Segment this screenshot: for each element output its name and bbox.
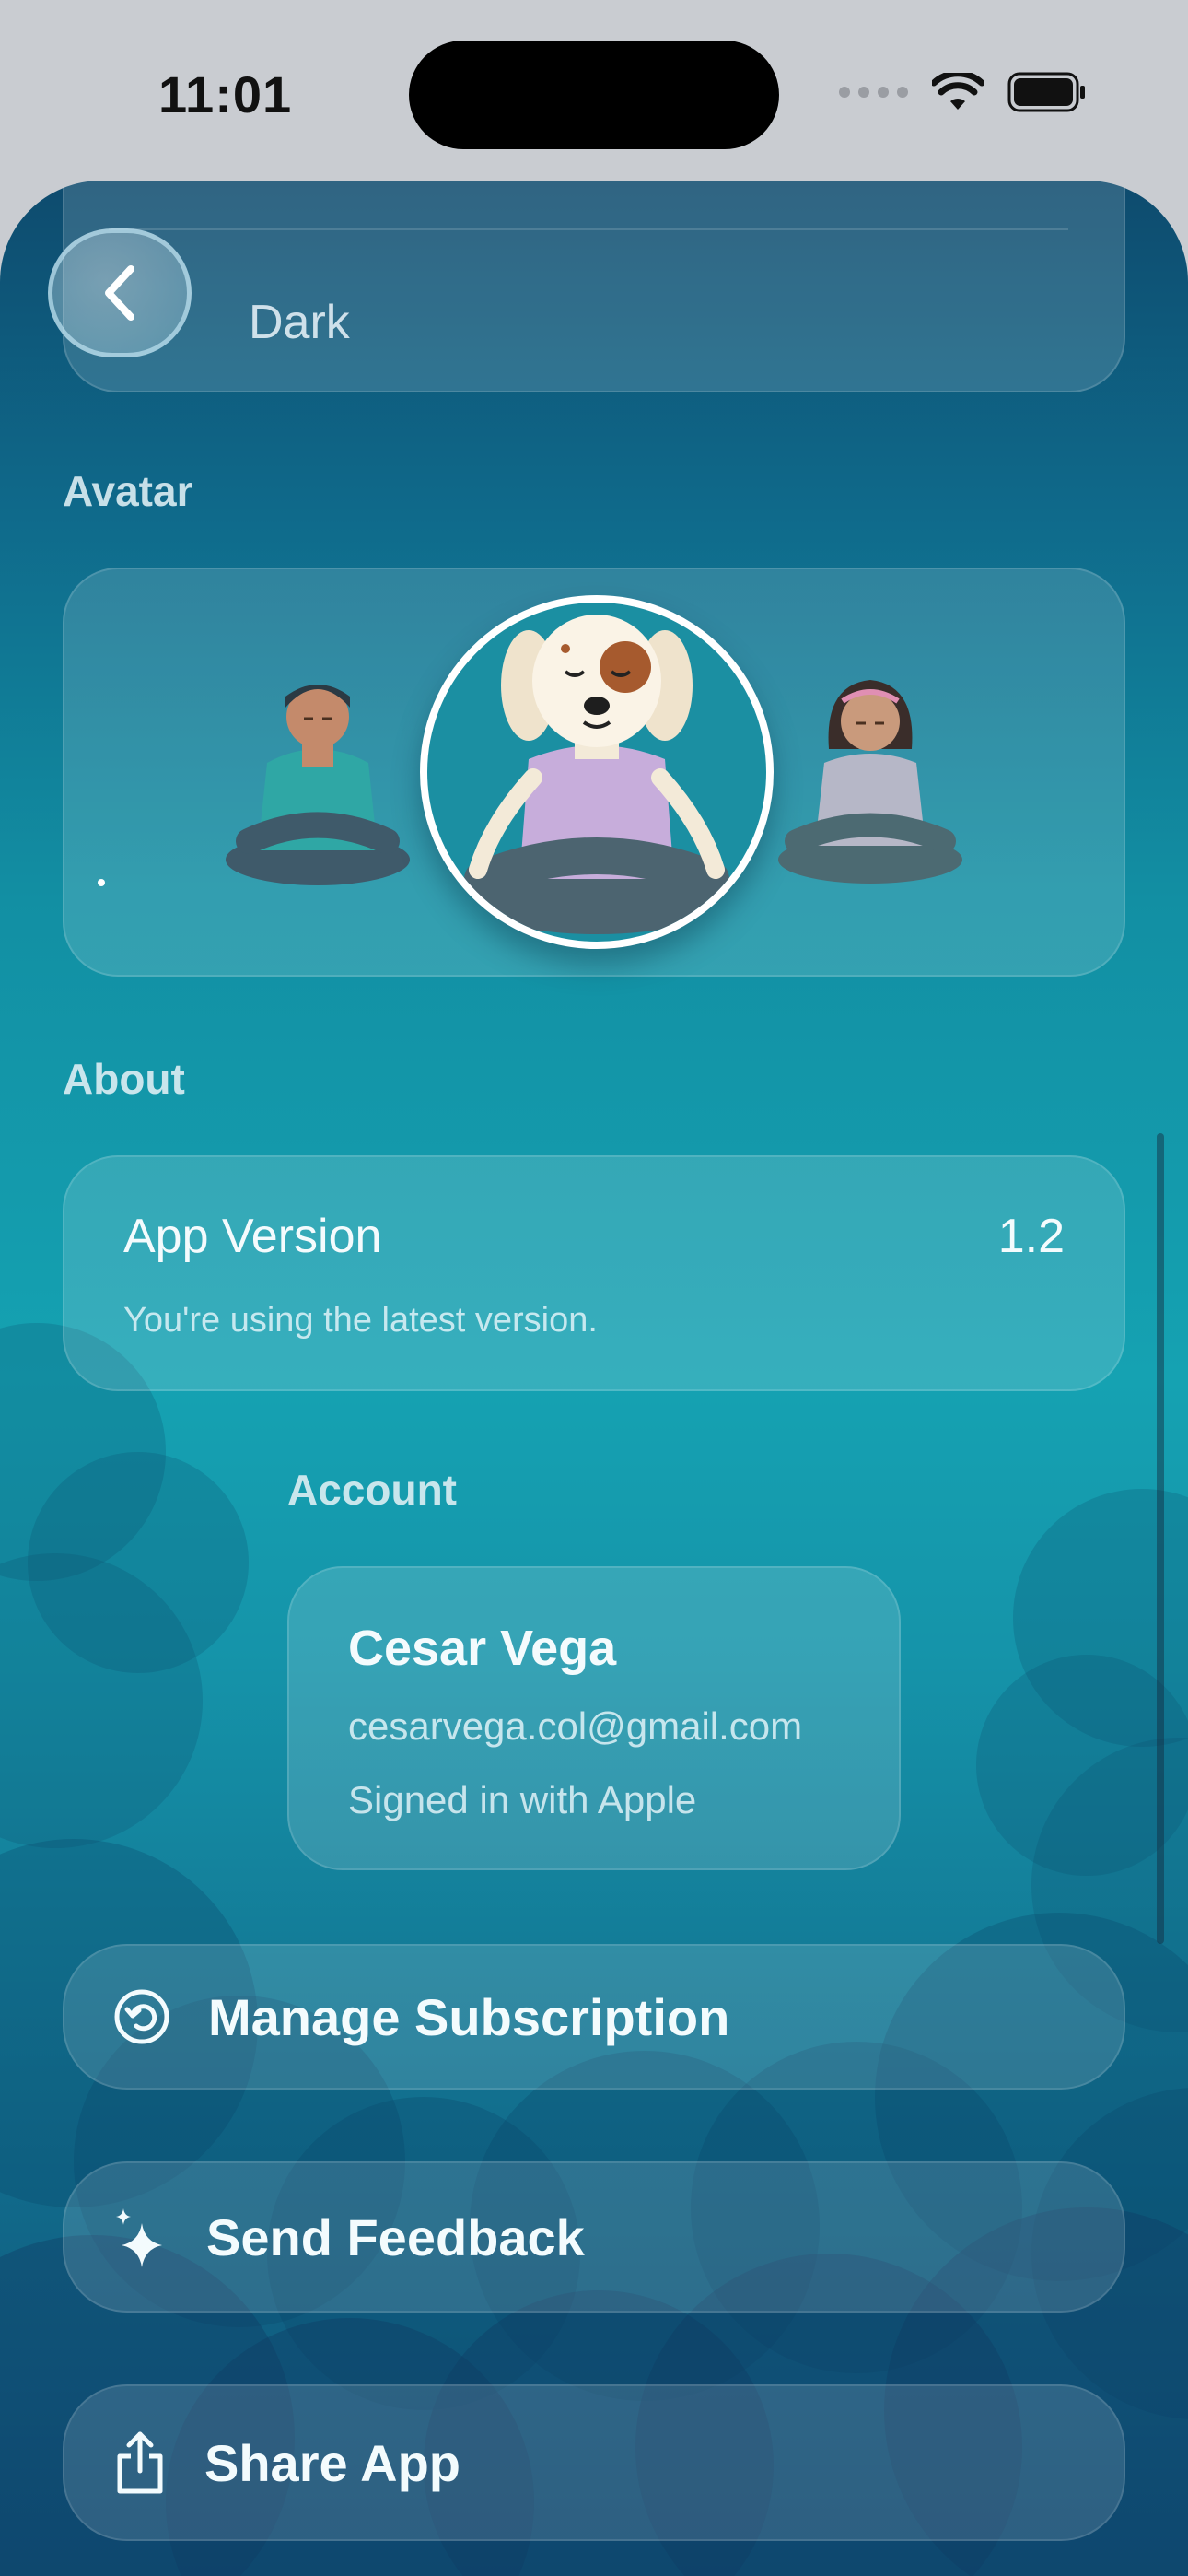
- back-button[interactable]: [48, 228, 192, 357]
- avatar-option-girl[interactable]: [774, 657, 967, 887]
- dynamic-island: [409, 41, 779, 149]
- sparkles-icon: [116, 2208, 162, 2267]
- theme-divider: [109, 228, 1068, 230]
- status-icons: [839, 72, 1087, 112]
- theme-card[interactable]: Dark: [63, 181, 1125, 392]
- status-bar: 11:01: [0, 0, 1188, 184]
- settings-sheet[interactable]: Dark Avatar About App Version 1.2 You're…: [0, 181, 1188, 2576]
- avatar-option-man[interactable]: [221, 652, 414, 892]
- manage-subscription-label: Manage Subscription: [208, 1987, 730, 2046]
- account-section-title: Account: [287, 1466, 457, 1514]
- app-version-label: App Version: [123, 1210, 382, 1263]
- status-time: 11:01: [158, 65, 293, 123]
- about-section-title: About: [63, 1055, 185, 1103]
- share-app-button[interactable]: Share App: [63, 2384, 1125, 2541]
- battery-icon: [1007, 72, 1085, 112]
- avatar-section-title: Avatar: [63, 467, 193, 515]
- share-app-label: Share App: [204, 2433, 460, 2492]
- share-icon: [117, 2431, 163, 2494]
- scroll-indicator[interactable]: [1157, 1133, 1164, 1944]
- avatar-option-dog[interactable]: [420, 595, 774, 949]
- chevron-left-icon: [105, 265, 134, 321]
- app-version-note: You're using the latest version.: [123, 1301, 598, 1340]
- subscription-refresh-icon: [114, 1989, 169, 2044]
- account-sign-in-method: Signed in with Apple: [348, 1778, 697, 1821]
- cellular-signal-icon: [839, 87, 908, 98]
- theme-value: Dark: [249, 296, 350, 349]
- wifi-icon: [932, 73, 984, 110]
- app-version-value: 1.2: [997, 1210, 1065, 1263]
- avatar-card: [63, 568, 1125, 977]
- account-name: Cesar Vega: [348, 1621, 617, 1676]
- account-email: cesarvega.col@gmail.com: [348, 1704, 803, 1748]
- send-feedback-button[interactable]: Send Feedback: [63, 2161, 1125, 2313]
- account-card: Cesar Vega cesarvega.col@gmail.com Signe…: [287, 1566, 901, 1870]
- dog-meditating-illustration: [464, 615, 729, 934]
- app-version-card: App Version 1.2 You're using the latest …: [63, 1155, 1125, 1391]
- decorative-dot: [98, 879, 105, 886]
- manage-subscription-button[interactable]: Manage Subscription: [63, 1944, 1125, 2090]
- send-feedback-label: Send Feedback: [206, 2207, 585, 2266]
